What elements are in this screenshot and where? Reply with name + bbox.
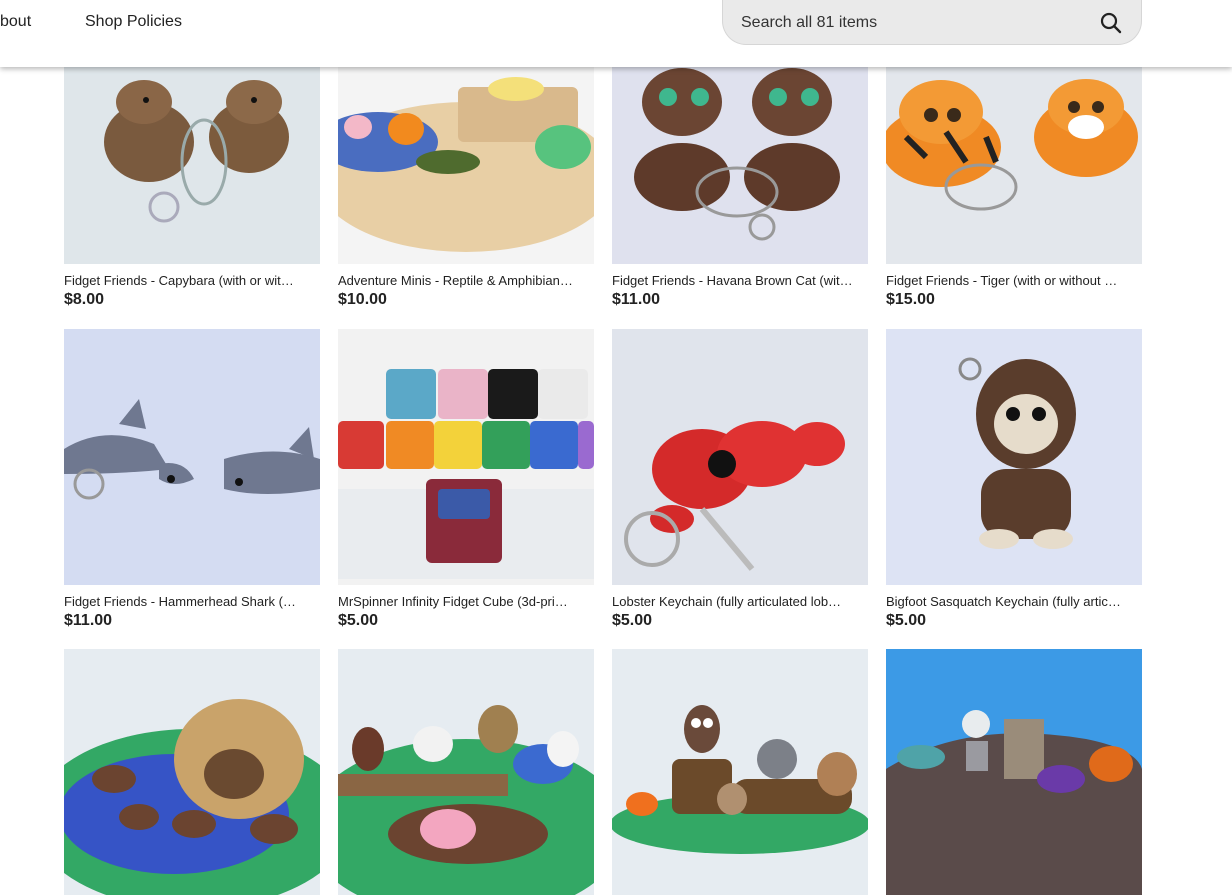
listing-card[interactable]: Fidget Friends - Havana Brown Cat (wit… …	[612, 67, 868, 310]
listing-image-bigfoot[interactable]	[886, 329, 1142, 585]
listing-price: $15.00	[886, 291, 935, 308]
search-icon	[1100, 12, 1122, 34]
listing-title[interactable]: Fidget Friends - Tiger (with or without …	[886, 272, 1142, 290]
listing-card[interactable]: Adventure Minis - Reptile & Amphibian… $…	[338, 67, 594, 310]
listing-title[interactable]: Adventure Minis - Reptile & Amphibian…	[338, 272, 594, 290]
listing-image-capybara[interactable]	[64, 67, 320, 264]
listing-price: $10.00	[338, 291, 387, 308]
listing-title[interactable]: Fidget Friends - Capybara (with or wit…	[64, 272, 320, 290]
listing-title[interactable]: Lobster Keychain (fully articulated lob…	[612, 593, 868, 611]
listing-image-infinity-cube[interactable]	[338, 329, 594, 585]
listing-title[interactable]: Fidget Friends - Havana Brown Cat (wit…	[612, 272, 868, 290]
nav-about-link[interactable]: bout	[0, 13, 31, 31]
listing-card[interactable]: Bigfoot Sasquatch Keychain (fully artic……	[886, 329, 1142, 631]
listing-image-tiger[interactable]	[886, 67, 1142, 264]
listing-image-farm-animals[interactable]	[338, 649, 594, 895]
listing-card[interactable]	[64, 649, 320, 895]
listing-price: $11.00	[612, 291, 661, 308]
listing-price: $11.00	[64, 612, 113, 629]
listing-card[interactable]	[612, 649, 868, 895]
listing-image-adventure-minis[interactable]	[886, 649, 1142, 895]
listing-card[interactable]: MrSpinner Infinity Fidget Cube (3d-pri… …	[338, 329, 594, 631]
listing-card[interactable]	[338, 649, 594, 895]
listing-card[interactable]	[886, 649, 1142, 895]
listing-image-havana-brown-cat[interactable]	[612, 67, 868, 264]
listing-price: $8.00	[64, 291, 105, 308]
listing-image-otters[interactable]	[64, 649, 320, 895]
listing-title[interactable]: MrSpinner Infinity Fidget Cube (3d-pri…	[338, 593, 594, 611]
nav-shop-policies-link[interactable]: Shop Policies	[85, 13, 182, 31]
listing-image-lobster[interactable]	[612, 329, 868, 585]
listing-image-reptile-amphibian[interactable]	[338, 67, 594, 264]
listing-title[interactable]: Bigfoot Sasquatch Keychain (fully artic…	[886, 593, 1142, 611]
listing-price: $5.00	[612, 612, 653, 629]
listing-image-hammerhead-shark[interactable]	[64, 329, 320, 585]
shop-header: bout Shop Policies	[0, 0, 1232, 67]
listing-card[interactable]: Fidget Friends - Hammerhead Shark (… $11…	[64, 329, 320, 631]
listing-image-forest-animals[interactable]	[612, 649, 868, 895]
listing-card[interactable]: Fidget Friends - Tiger (with or without …	[886, 67, 1142, 310]
listing-title[interactable]: Fidget Friends - Hammerhead Shark (…	[64, 593, 320, 611]
listing-price: $5.00	[886, 612, 927, 629]
listing-card[interactable]: Lobster Keychain (fully articulated lob……	[612, 329, 868, 631]
shop-search-bar	[722, 0, 1142, 45]
listing-price: $5.00	[338, 612, 379, 629]
search-button[interactable]	[1095, 7, 1127, 39]
listing-card[interactable]: Fidget Friends - Capybara (with or wit… …	[64, 67, 320, 310]
search-input[interactable]	[739, 11, 1063, 35]
